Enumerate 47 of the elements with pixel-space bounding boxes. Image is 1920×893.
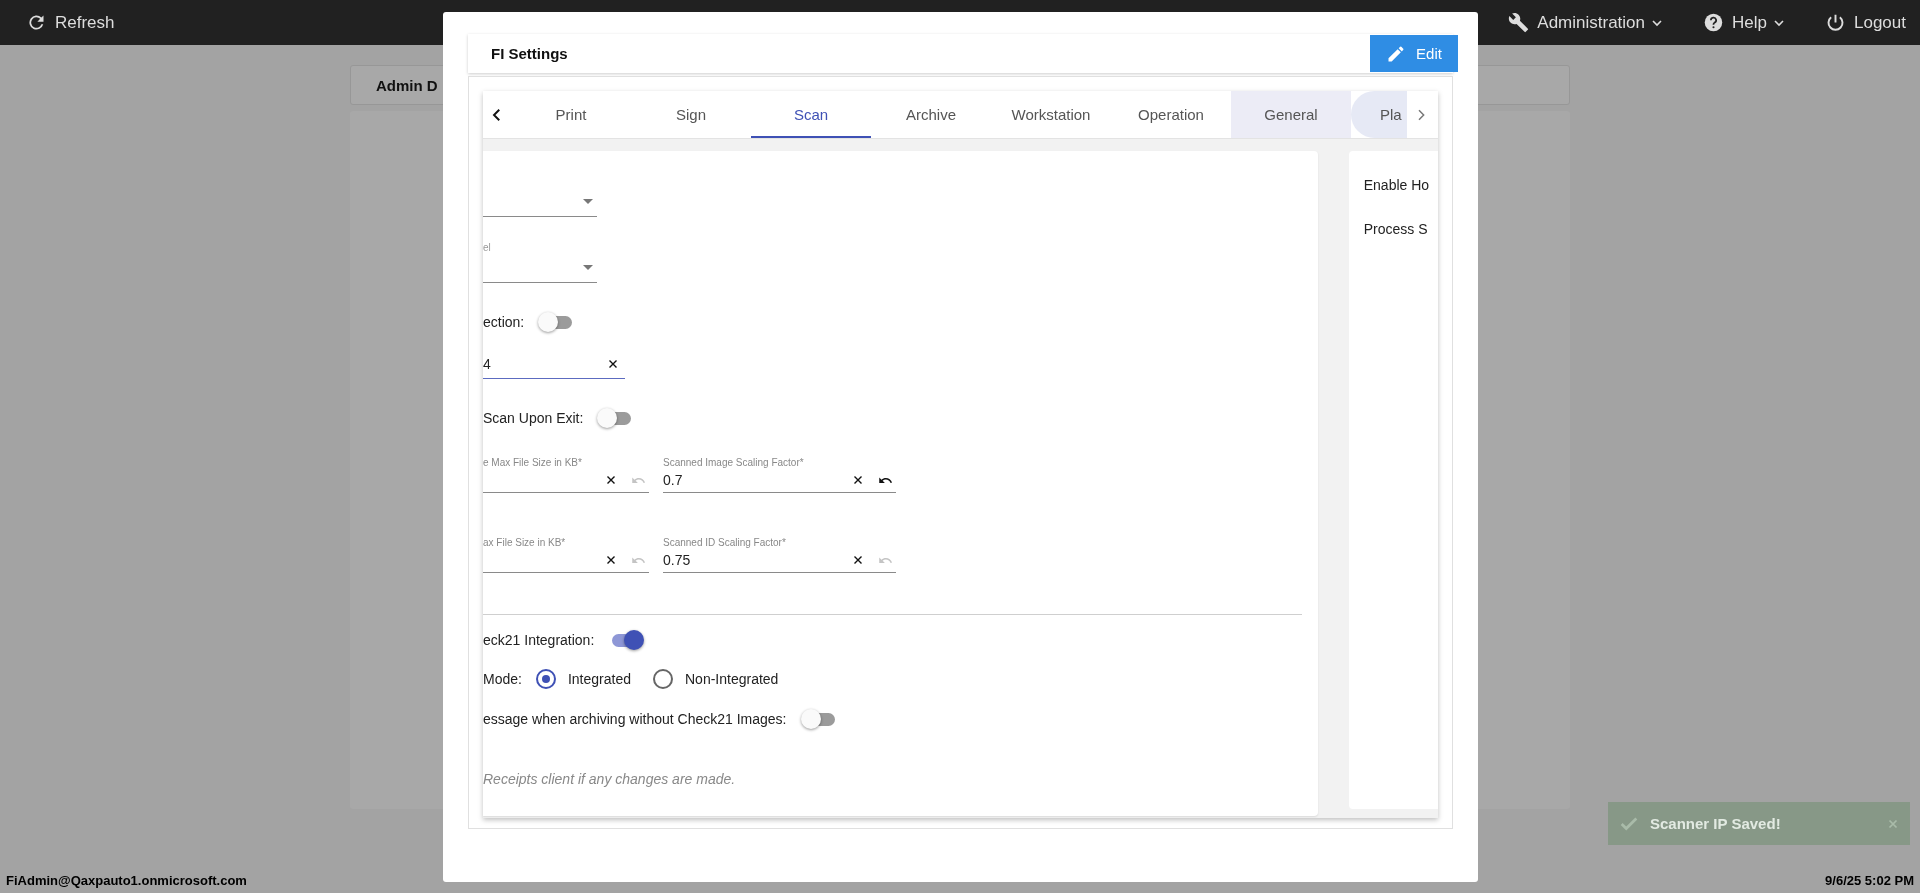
field-value: 4 [483, 355, 491, 372]
caret-icon [583, 199, 593, 204]
caret-icon [583, 265, 593, 270]
radio-button[interactable] [653, 669, 673, 689]
dialog-title: FI Settings [491, 45, 568, 62]
field-label: Scanned ID Scaling Factor* [663, 537, 787, 548]
power-icon [1825, 12, 1846, 33]
setting-label: Mode: [483, 671, 522, 687]
radio-label: Integrated [567, 671, 631, 687]
tab[interactable]: Scan [751, 91, 871, 138]
tab[interactable]: Archive [871, 91, 991, 138]
refresh-button[interactable]: Refresh [24, 8, 117, 37]
setting-label: Process S [1363, 221, 1429, 237]
radio-button[interactable] [535, 669, 556, 689]
card-title: Admin D [376, 76, 438, 94]
setting-label: Enable Ho [1363, 177, 1431, 193]
text-field[interactable]: Scanned Image Scaling Factor* 0.7 [663, 457, 896, 493]
field-value: 0.75 [663, 552, 691, 568]
help-icon [1703, 12, 1725, 33]
setting-label: ection: [483, 314, 525, 330]
tab[interactable]: Operation [1111, 91, 1231, 138]
user-email: FiAdmin@Qaxpauto1.onmicrosoft.com [6, 873, 247, 888]
text-field[interactable]: ax File Size in KB* [483, 537, 649, 573]
note-text: Receipts client if any changes are made. [483, 771, 736, 787]
text-field[interactable]: Scanned ID Scaling Factor* 0.75 [663, 537, 896, 573]
toast-message: Scanner IP Saved! [1650, 815, 1782, 832]
field-label: Scanned Image Scaling Factor* [663, 457, 805, 468]
menu-button[interactable]: Administration [1506, 8, 1668, 37]
text-field[interactable]: 4 [483, 349, 625, 379]
field-label: ax File Size in KB* [483, 537, 567, 548]
text-field[interactable]: e Max File Size in KB* [483, 457, 649, 493]
setting-label: eck21 Integration: [483, 632, 595, 648]
menu-button[interactable]: Help [1701, 8, 1789, 37]
field-label: e Max File Size in KB* [483, 457, 583, 468]
logout-button[interactable]: Logout [1823, 8, 1908, 37]
setting-label: essage when archiving without Check21 Images: [483, 711, 787, 727]
tab[interactable]: Sign [631, 91, 751, 138]
field-value: 0.7 [663, 472, 683, 488]
tab[interactable]: Pla [1351, 91, 1407, 138]
toggle-switch[interactable] [800, 709, 837, 729]
tab[interactable]: Workstation [991, 91, 1111, 138]
tab[interactable]: General [1231, 91, 1351, 138]
tab[interactable]: Print [511, 91, 631, 138]
date-time: 9/6/25 5:02 PM [1825, 873, 1914, 888]
setting-label: Scan Upon Exit: [483, 410, 584, 426]
wrench-icon [1508, 12, 1530, 33]
radio-label: Non-Integrated [685, 671, 779, 687]
